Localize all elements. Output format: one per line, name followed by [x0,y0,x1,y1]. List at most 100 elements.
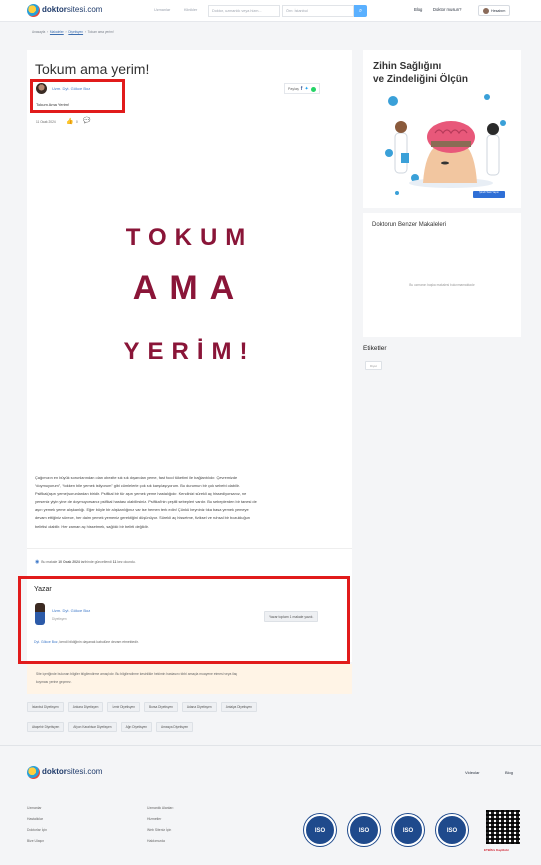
body-line: yerseniz yiyin yine de doymuyorsanız psi… [35,499,257,505]
iso-badge-icon: ISO [392,814,424,846]
update-suffix: kez okundu. [117,560,136,564]
iso-badge-icon: ISO [304,814,336,846]
footer-col-2: Uzmanlık Alanları Hizmetler Web Siteniz … [147,803,173,847]
facebook-icon[interactable]: f [301,86,303,92]
city-tag[interactable]: Ağrı Diyetisyen [120,722,153,732]
iso-badge-icon: ISO [348,814,380,846]
body-line: “doymuyorum”, “tokken bile yemek istiyor… [35,483,240,489]
crumb-home[interactable]: Anasayfa [32,30,45,34]
body-line: Çağımızın en büyük sorunlarından olan ob… [35,475,238,480]
doctor-link[interactable]: Doktor musun? [433,7,461,12]
ad-title-line-1: Zihin Sağlığını [373,61,442,72]
body-line: aşırı yemek yeme alışkanlığı. Eğer böyle… [35,507,249,513]
city-tag[interactable]: Bursa Diyetisyen [143,702,178,712]
ad-illustration [385,94,506,198]
disclaimer-line: koyması yerine geçmez. [36,680,72,684]
search-input[interactable]: Doktor, uzmanlık veya hizm... [208,5,280,17]
footer-link[interactable]: Uzmanlar [27,803,47,814]
highlight-box-author [30,79,125,113]
footer-blog-link[interactable]: Blog [505,770,513,775]
breadcrumb: Anasayfa › Makaleler › Diyetisyen › Toku… [32,30,114,34]
like-icon[interactable]: 👍 [66,118,73,125]
crumb-category[interactable]: Diyetisyen [68,30,83,34]
ad-cta-button[interactable]: Şimdi Testi Yapın [473,191,505,194]
city-tag[interactable]: Afyon Karahisar Diyetisyen [68,722,117,732]
highlight-box-author-card [18,576,350,664]
footer-link[interactable]: Uzmanlık Alanları [147,803,173,814]
footer-videos-link[interactable]: Videolar [465,770,480,775]
related-articles-card [363,213,521,337]
footer-link[interactable]: Bize Ulaşın [27,836,47,847]
update-info: ◉ Bu makale 10 Ocak 2024 tarihinde günce… [35,559,136,565]
tab-uzmanlar[interactable]: Uzmanlar [154,8,170,12]
crumb-articles[interactable]: Makaleler [50,30,64,34]
city-tag[interactable]: İzmir Diyetisyen [107,702,140,712]
article-body: Çağımızın en büyük sorunlarından olan ob… [35,474,347,531]
disclaimer-text: Site içeriğinde bulunan bilgiler bilgile… [36,670,237,686]
update-prefix: Bu makale [41,560,58,564]
city-input[interactable]: Örn: İstanbul [282,5,354,17]
page-title: Tokum ama yerim! [35,61,150,77]
tags-heading: Etiketler [363,345,387,352]
city-tags-row-1: İstanbul Diyetisyen Ankara Diyetisyen İz… [27,702,257,712]
footer-col-1: Uzmanlar Hastalıklar Doktorlar İçin Bize… [27,803,47,847]
ad-title-line-2: ve Zindeliğini Ölçün [373,74,469,85]
user-avatar-icon [483,8,489,15]
crumb-current: Tokum ama yerim! [87,30,114,34]
share-label: Paylaş [288,87,299,91]
footer-link[interactable]: Web Siteniz İçin [147,825,173,836]
hero-word-1: TOKUM [125,224,254,251]
like-count: 0 [76,120,78,124]
update-date: 10 Ocak 2024 [58,560,80,564]
tag-diyet[interactable]: Diyet [365,361,382,370]
footer-divider [0,745,541,746]
related-heading: Doktorun Benzer Makaleleri [372,222,447,228]
footer-link[interactable]: Hizmetler [147,814,173,825]
city-tag[interactable]: Adana Diyetisyen [181,702,217,712]
city-tag[interactable]: Ankara Diyetisyen [67,702,104,712]
footer-link[interactable]: Hakkımızda [147,836,173,847]
whatsapp-icon[interactable] [310,86,316,92]
account-label: Hesabım [491,9,506,13]
footer-logo-light: sitesi.com [66,767,103,776]
tab-klinikler[interactable]: Klinikler [184,8,197,12]
divider [27,548,352,549]
footer-link[interactable]: Doktorlar İçin [27,825,47,836]
logo-light: sitesi.com [66,5,103,14]
search-button[interactable]: ⌕ [354,5,367,17]
iso-badge-icon: ISO [436,814,468,846]
eye-icon: ◉ [35,559,40,565]
city-tag[interactable]: Antalya Diyetisyen [220,702,257,712]
body-line: belirtisi olabilir. Her zaman aç hissetm… [35,523,149,529]
twitter-icon[interactable]: ✦ [304,86,308,92]
footer-logo[interactable]: doktorsitesi.com [42,767,102,776]
body-line: devam ettiğiniz sürece, her daim yemek y… [35,515,250,521]
blog-link[interactable]: Blog [414,7,422,12]
related-empty-message: Bu uzmanın başka makalesi bulunmamaktadı… [409,283,475,287]
update-mid: tarihinde güncellendi [80,560,112,564]
share-bar: Paylaş f ✦ [284,83,320,94]
city-tag[interactable]: Amasya Diyetisyen [156,722,194,732]
hero-word-2: AMA [132,269,247,307]
site-logo[interactable]: doktorsitesi.com [42,5,102,14]
etbis-qr-icon[interactable] [486,810,520,844]
ad-title: Zihin Sağlığını ve Zindeliğini Ölçün [373,60,468,86]
logo-icon[interactable] [27,4,40,17]
disclaimer-line: Site içeriğinde bulunan bilgiler bilgile… [36,672,238,676]
etbis-label: ETBİS'e Kayıtlıdır [484,848,509,852]
body-line: Psifikal(aşırı yeme)sorunlardan biridir.… [35,491,247,497]
city-tags-row-2: Ataşehir Diyetisyen Afyon Karahisar Diye… [27,722,194,732]
city-tag[interactable]: Ataşehir Diyetisyen [27,722,65,732]
search-icon: ⌕ [358,8,363,14]
hero-word-3: YERİM! [123,338,256,365]
comment-icon[interactable]: 💬 [83,117,90,124]
read-count: 11 [112,560,117,564]
article-date: 11 Ocak 2024 [36,120,56,124]
footer-logo-bold: doktor [42,767,67,776]
footer-link[interactable]: Hastalıklar [27,814,47,825]
city-tag[interactable]: İstanbul Diyetisyen [27,702,64,712]
footer-logo-icon[interactable] [27,766,40,779]
logo-bold: doktor [42,5,67,14]
account-button[interactable]: Hesabım [478,5,511,16]
site-header: doktorsitesi.com Uzmanlar Klinikler Dokt… [0,0,541,22]
